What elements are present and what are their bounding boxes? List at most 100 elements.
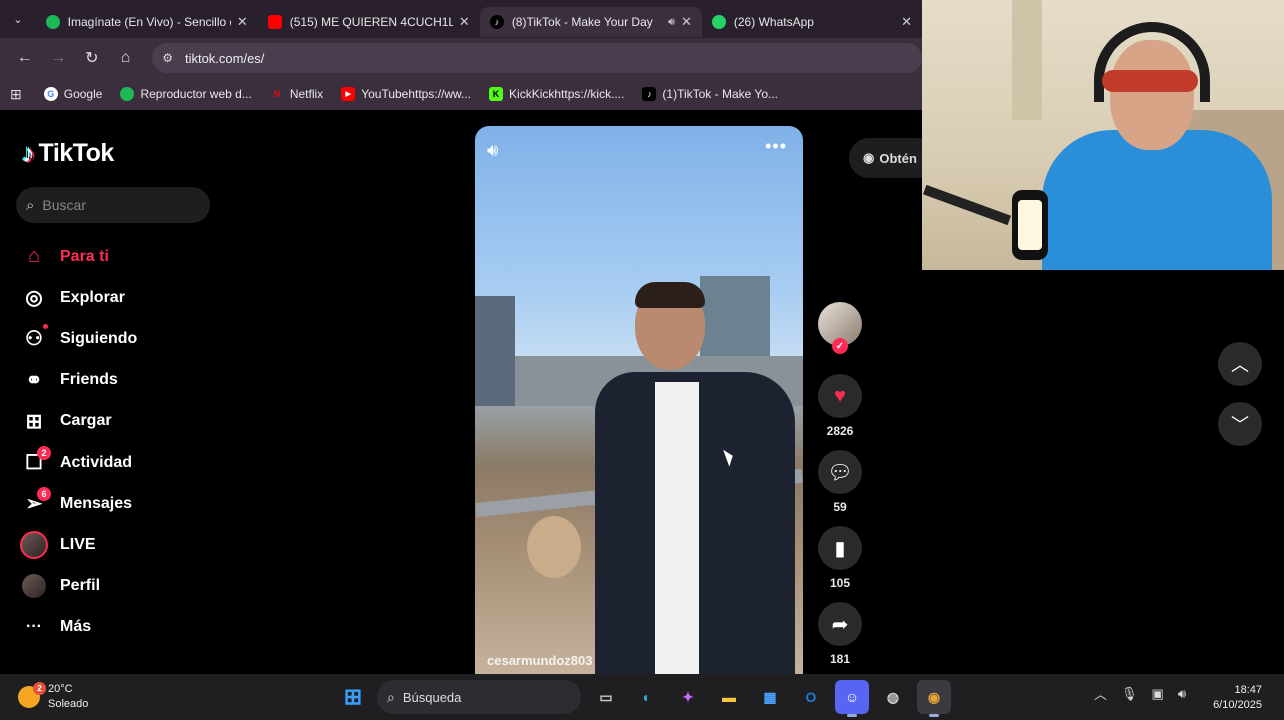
copilot-icon[interactable]: ✦ <box>671 680 705 714</box>
apps-grid-icon[interactable]: ⊞ <box>10 86 22 103</box>
tab-tiktok[interactable]: ♪ (8)TikTok - Make Your Day 🔊︎ ✕ <box>479 7 702 37</box>
home-icon[interactable]: ⌂ <box>109 42 143 74</box>
bookmark-icon: ▮ <box>834 537 846 560</box>
sidebar-item-cargar[interactable]: ⊞ Cargar <box>20 401 137 442</box>
weather-condition: Soleado <box>48 698 89 710</box>
comment-button[interactable]: 💬︎ <box>818 450 862 494</box>
bookmark-tiktok[interactable]: ♪ (1)TikTok - Make Yo... <box>642 87 778 101</box>
chevron-up-icon[interactable]: ︿ <box>1094 684 1107 703</box>
previous-video-button[interactable]: ︿ <box>1218 342 1262 386</box>
close-icon[interactable]: ✕ <box>459 14 470 30</box>
sidebar-nav: ⌂ Para ti ◎ Explorar ⚇ Siguiendo ⚭ Frien… <box>20 236 137 648</box>
file-explorer-icon[interactable]: ▬ <box>712 680 746 714</box>
bookmark-youtube[interactable]: ▶ YouTubehttps://ww... <box>341 87 471 101</box>
home-icon: ⌂ <box>27 245 41 268</box>
search-input[interactable] <box>42 197 183 213</box>
profile-avatar <box>20 572 48 600</box>
taskbar-search-label: Búsqueda <box>402 689 462 705</box>
sidebar-item-label: Actividad <box>60 453 133 471</box>
kick-icon: K <box>489 87 504 101</box>
following-icon: ⚇ <box>20 323 48 353</box>
microphone-icon[interactable]: 🎙︎ <box>1121 686 1138 702</box>
volume-icon[interactable]: 🔊︎ <box>487 140 498 161</box>
tab-search-chevron-icon[interactable]: ⌄ <box>0 0 36 38</box>
next-video-button[interactable]: ﹀ <box>1218 402 1262 446</box>
sidebar-item-mensajes[interactable]: ➢ 6 Mensajes <box>20 483 137 524</box>
sidebar-item-perfil[interactable]: Perfil <box>20 566 137 607</box>
bookmark-google[interactable]: G Google <box>43 87 102 101</box>
sidebar-item-label: Siguiendo <box>60 329 138 347</box>
share-action: ➦ 181 <box>818 602 862 666</box>
sidebar-item-mas[interactable]: ··· Más <box>20 607 137 648</box>
tab-whatsapp[interactable]: (26) WhatsApp ✕ <box>702 7 922 37</box>
windows-start-icon[interactable]: ⊞ <box>336 680 370 714</box>
sidebar-item-live[interactable]: LIVE <box>20 524 137 565</box>
close-icon[interactable]: ✕ <box>237 14 248 30</box>
url-input[interactable]: ⚙ tiktok.com/es/ <box>152 43 922 73</box>
tiktok-icon: ♪ <box>489 15 504 29</box>
like-button[interactable]: ♥ <box>818 374 862 418</box>
browser-tabbar: ⌄ Imagínate (En Vivo) - Sencillo de ✕ (5… <box>0 0 922 38</box>
like-count: 2826 <box>826 424 854 438</box>
edge-icon[interactable]: ◐ <box>630 680 664 714</box>
person-shirt <box>655 382 699 676</box>
sidebar-item-friends[interactable]: ⚭ Friends <box>20 360 137 401</box>
close-icon[interactable]: ✕ <box>901 14 912 30</box>
sidebar-item-actividad[interactable]: ☐ 2 Actividad <box>20 442 137 483</box>
search-icon: ⌕ <box>387 688 395 705</box>
back-icon[interactable]: ← <box>8 42 42 74</box>
video-username[interactable]: cesarmundoz803 <box>487 653 593 668</box>
save-button[interactable]: ▮ <box>818 526 862 570</box>
video-building <box>475 296 515 406</box>
bookmark-spotify[interactable]: Reproductor web d... <box>120 87 252 101</box>
obs-icon[interactable]: ◍ <box>876 680 910 714</box>
creator-avatar[interactable]: ✓ <box>818 302 862 354</box>
spotify-icon <box>120 87 135 101</box>
heart-icon: ♥ <box>834 384 846 407</box>
tab-youtube[interactable]: (515) ME QUIEREN 4CUCH1LL4 ✕ <box>258 7 480 37</box>
webcam-wall <box>1012 0 1042 120</box>
video-player[interactable]: 🔊︎ ••• cesarmundoz803 <box>475 126 803 676</box>
sidebar-item-label: Para ti <box>60 247 109 265</box>
reload-icon[interactable]: ↻ <box>75 42 109 74</box>
site-settings-icon[interactable]: ⚙ <box>162 51 173 65</box>
tiktok-logo[interactable]: ♪ TikTok <box>22 138 114 169</box>
sidebar-item-label: LIVE <box>60 535 96 553</box>
bookmark-kick[interactable]: K KickKickhttps://kick.... <box>489 87 624 101</box>
forward-icon[interactable]: → <box>42 42 76 74</box>
clock[interactable]: 18:47 6/10/2025 <box>1200 683 1262 713</box>
taskbar-search[interactable]: ⌕ Búsqueda <box>377 680 581 714</box>
task-view-icon[interactable]: ▭ <box>589 680 623 714</box>
share-button[interactable]: ➦ <box>818 602 862 646</box>
sidebar-item-label: Explorar <box>60 288 125 306</box>
weather-widget[interactable]: 2 20°C Soleado <box>18 682 88 712</box>
messages-badge: 6 <box>37 486 51 501</box>
bookmark-netflix[interactable]: N Netflix <box>270 87 324 101</box>
sidebar-item-siguiendo[interactable]: ⚇ Siguiendo <box>20 318 137 359</box>
taskbar: 2 20°C Soleado ⊞ ⌕ Búsqueda ▭ ◐ ✦ ▬ ▦ O … <box>0 674 1284 720</box>
desk-light <box>1018 200 1042 250</box>
video-actions: ✓ ♥ 2826 💬︎ 59 ▮ 105 ➦ 181 <box>818 302 862 678</box>
tab-spotify[interactable]: Imagínate (En Vivo) - Sencillo de ✕ <box>36 7 258 37</box>
outlook-icon[interactable]: O <box>794 680 828 714</box>
upload-icon: ⊞ <box>25 410 43 433</box>
webcam-overlay <box>922 0 1284 270</box>
google-icon: G <box>43 87 58 101</box>
close-icon[interactable]: ✕ <box>681 14 692 30</box>
search-box[interactable]: ⌕ <box>16 187 210 223</box>
speaker-icon[interactable]: 🔊︎ <box>668 16 675 29</box>
sidebar-item-para-ti[interactable]: ⌂ Para ti <box>20 236 137 277</box>
more-options-icon[interactable]: ••• <box>765 136 787 157</box>
volume-icon[interactable]: 🔊︎ <box>1178 686 1186 702</box>
chrome-icon[interactable]: ◉ <box>917 680 951 717</box>
store-icon[interactable]: ▦ <box>753 680 787 714</box>
tab-title: Imagínate (En Vivo) - Sencillo de <box>67 15 231 29</box>
chevron-down-icon: ﹀ <box>1231 415 1249 435</box>
logo-text: TikTok <box>38 139 115 167</box>
check-icon[interactable]: ✓ <box>832 338 848 354</box>
video-hat <box>527 516 581 578</box>
bookmark-label: KickKickhttps://kick.... <box>509 87 625 101</box>
network-icon[interactable]: ▣ <box>1152 686 1164 702</box>
sidebar-item-explorar[interactable]: ◎ Explorar <box>20 277 137 318</box>
discord-icon[interactable]: ☺ <box>835 680 869 717</box>
